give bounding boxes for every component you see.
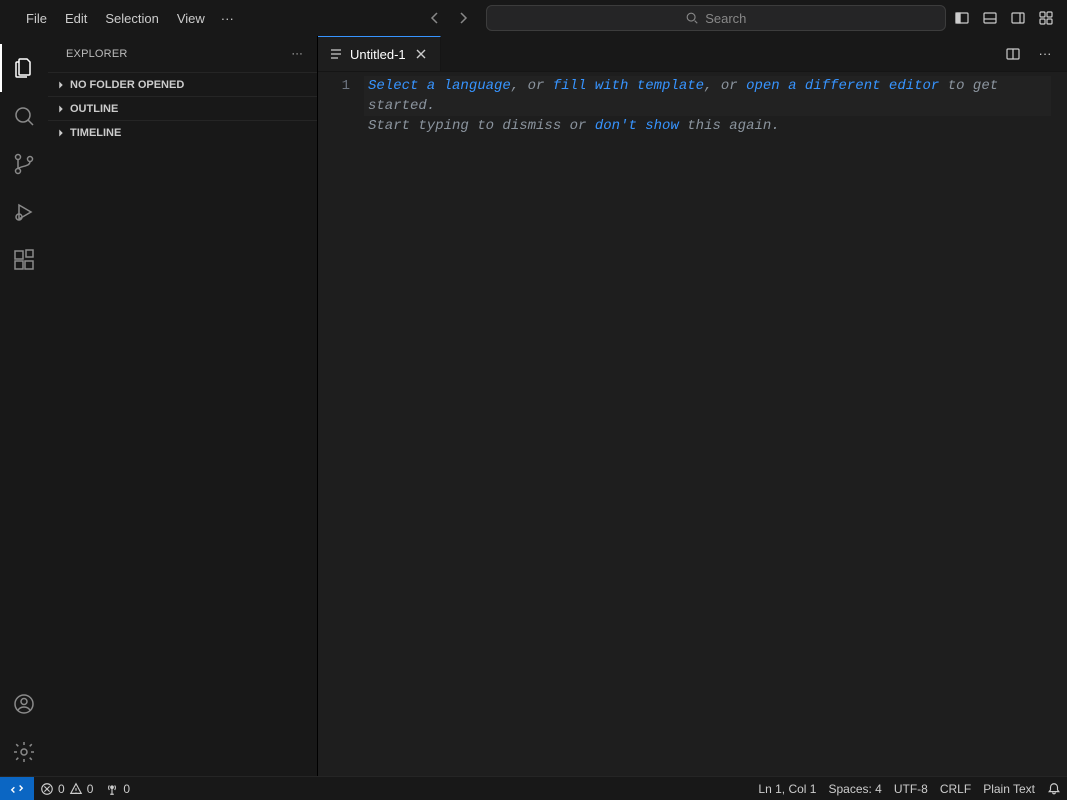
editor-hint-fill-template-link[interactable]: fill with template (553, 78, 704, 94)
warning-icon (69, 782, 83, 796)
editor-hint-text: , or (511, 78, 553, 94)
tab-bar-actions: ··· (1001, 36, 1067, 71)
menu-selection[interactable]: Selection (97, 7, 166, 30)
activity-extensions[interactable] (0, 236, 48, 284)
sidebar-section-label: TIMELINE (70, 127, 121, 139)
line-number: 1 (318, 76, 350, 96)
sidebar-header: EXPLORER ··· (48, 36, 317, 72)
tab-bar: Untitled-1 ··· (318, 36, 1067, 72)
title-bar-right (950, 0, 1067, 36)
nav-back-button[interactable] (424, 7, 446, 29)
tab-title: Untitled-1 (350, 47, 406, 62)
bell-icon (1047, 782, 1061, 796)
toggle-secondary-sidebar-button[interactable] (1006, 6, 1030, 30)
status-eol[interactable]: CRLF (934, 777, 977, 800)
customize-layout-button[interactable] (1034, 6, 1058, 30)
status-problems[interactable]: 0 0 (34, 777, 99, 800)
play-bug-icon (12, 200, 36, 224)
status-notifications[interactable] (1041, 777, 1067, 800)
activity-search[interactable] (0, 92, 48, 140)
sidebar-more-button[interactable]: ··· (287, 46, 307, 62)
editor-content[interactable]: Select a language, or fill with template… (368, 76, 1067, 776)
menu-edit[interactable]: Edit (57, 7, 95, 30)
editor-hint-text: , or (704, 78, 746, 94)
activity-explorer[interactable] (0, 44, 48, 92)
sidebar-section-no-folder[interactable]: NO FOLDER OPENED (48, 72, 317, 96)
branch-icon (12, 152, 36, 176)
account-icon (12, 692, 36, 716)
editor-hint-select-language-link[interactable]: Select a language (368, 78, 511, 94)
files-icon (12, 56, 36, 80)
editor-hint-text: Start typing to dismiss or (368, 118, 595, 134)
status-warnings-count: 0 (87, 782, 94, 796)
status-errors-count: 0 (58, 782, 65, 796)
editor-hint-text: this again. (679, 118, 780, 134)
file-icon (328, 46, 344, 62)
nav-buttons (424, 7, 474, 29)
menu-view[interactable]: View (169, 7, 213, 30)
extensions-icon (12, 248, 36, 272)
gear-icon (12, 740, 36, 764)
explorer-sidebar: EXPLORER ··· NO FOLDER OPENED OUTLINE TI… (48, 36, 318, 776)
status-language-mode[interactable]: Plain Text (977, 777, 1041, 800)
editor-body[interactable]: 1 Select a language, or fill with templa… (318, 72, 1067, 776)
status-encoding[interactable]: UTF-8 (888, 777, 934, 800)
sidebar-section-outline[interactable]: OUTLINE (48, 96, 317, 120)
title-bar: File Edit Selection View ··· Search (0, 0, 1067, 36)
editor-group: Untitled-1 ··· 1 Select a language, or f… (318, 36, 1067, 776)
status-ports[interactable]: 0 (99, 777, 136, 800)
editor-hint-open-editor-link[interactable]: open a different editor (746, 78, 939, 94)
command-center-search[interactable]: Search (486, 5, 946, 31)
activity-source-control[interactable] (0, 140, 48, 188)
sidebar-section-label: NO FOLDER OPENED (70, 79, 184, 91)
activity-run-debug[interactable] (0, 188, 48, 236)
chevron-right-icon (54, 102, 68, 116)
activity-accounts[interactable] (0, 680, 48, 728)
search-icon (685, 11, 699, 25)
status-ports-count: 0 (123, 782, 130, 796)
sidebar-section-timeline[interactable]: TIMELINE (48, 120, 317, 144)
search-placeholder: Search (705, 11, 746, 26)
menu-file[interactable]: File (18, 7, 55, 30)
editor-more-button[interactable]: ··· (1033, 42, 1057, 66)
chevron-right-icon (54, 126, 68, 140)
menu-overflow[interactable]: ··· (215, 7, 240, 30)
radio-tower-icon (105, 782, 119, 796)
status-bar-right: Ln 1, Col 1 Spaces: 4 UTF-8 CRLF Plain T… (752, 777, 1067, 800)
sidebar-section-label: OUTLINE (70, 103, 118, 115)
nav-forward-button[interactable] (452, 7, 474, 29)
status-indentation[interactable]: Spaces: 4 (822, 777, 887, 800)
activity-settings[interactable] (0, 728, 48, 776)
line-number-gutter: 1 (318, 76, 368, 776)
activity-bar (0, 36, 48, 776)
tab-untitled-1[interactable]: Untitled-1 (318, 36, 441, 71)
status-cursor-position[interactable]: Ln 1, Col 1 (752, 777, 822, 800)
toggle-panel-button[interactable] (978, 6, 1002, 30)
toggle-primary-sidebar-button[interactable] (950, 6, 974, 30)
error-icon (40, 782, 54, 796)
remote-indicator[interactable] (0, 777, 34, 800)
editor-hint-dont-show-link[interactable]: don't show (595, 118, 679, 134)
search-icon (12, 104, 36, 128)
main-area: EXPLORER ··· NO FOLDER OPENED OUTLINE TI… (0, 36, 1067, 776)
tab-close-button[interactable] (412, 45, 430, 63)
layout-buttons (950, 6, 1058, 30)
split-editor-button[interactable] (1001, 42, 1025, 66)
status-bar: 0 0 0 Ln 1, Col 1 Spaces: 4 UTF-8 CRLF P… (0, 776, 1067, 800)
chevron-right-icon (54, 78, 68, 92)
menu-bar: File Edit Selection View ··· (18, 7, 240, 30)
sidebar-title: EXPLORER (66, 48, 128, 60)
